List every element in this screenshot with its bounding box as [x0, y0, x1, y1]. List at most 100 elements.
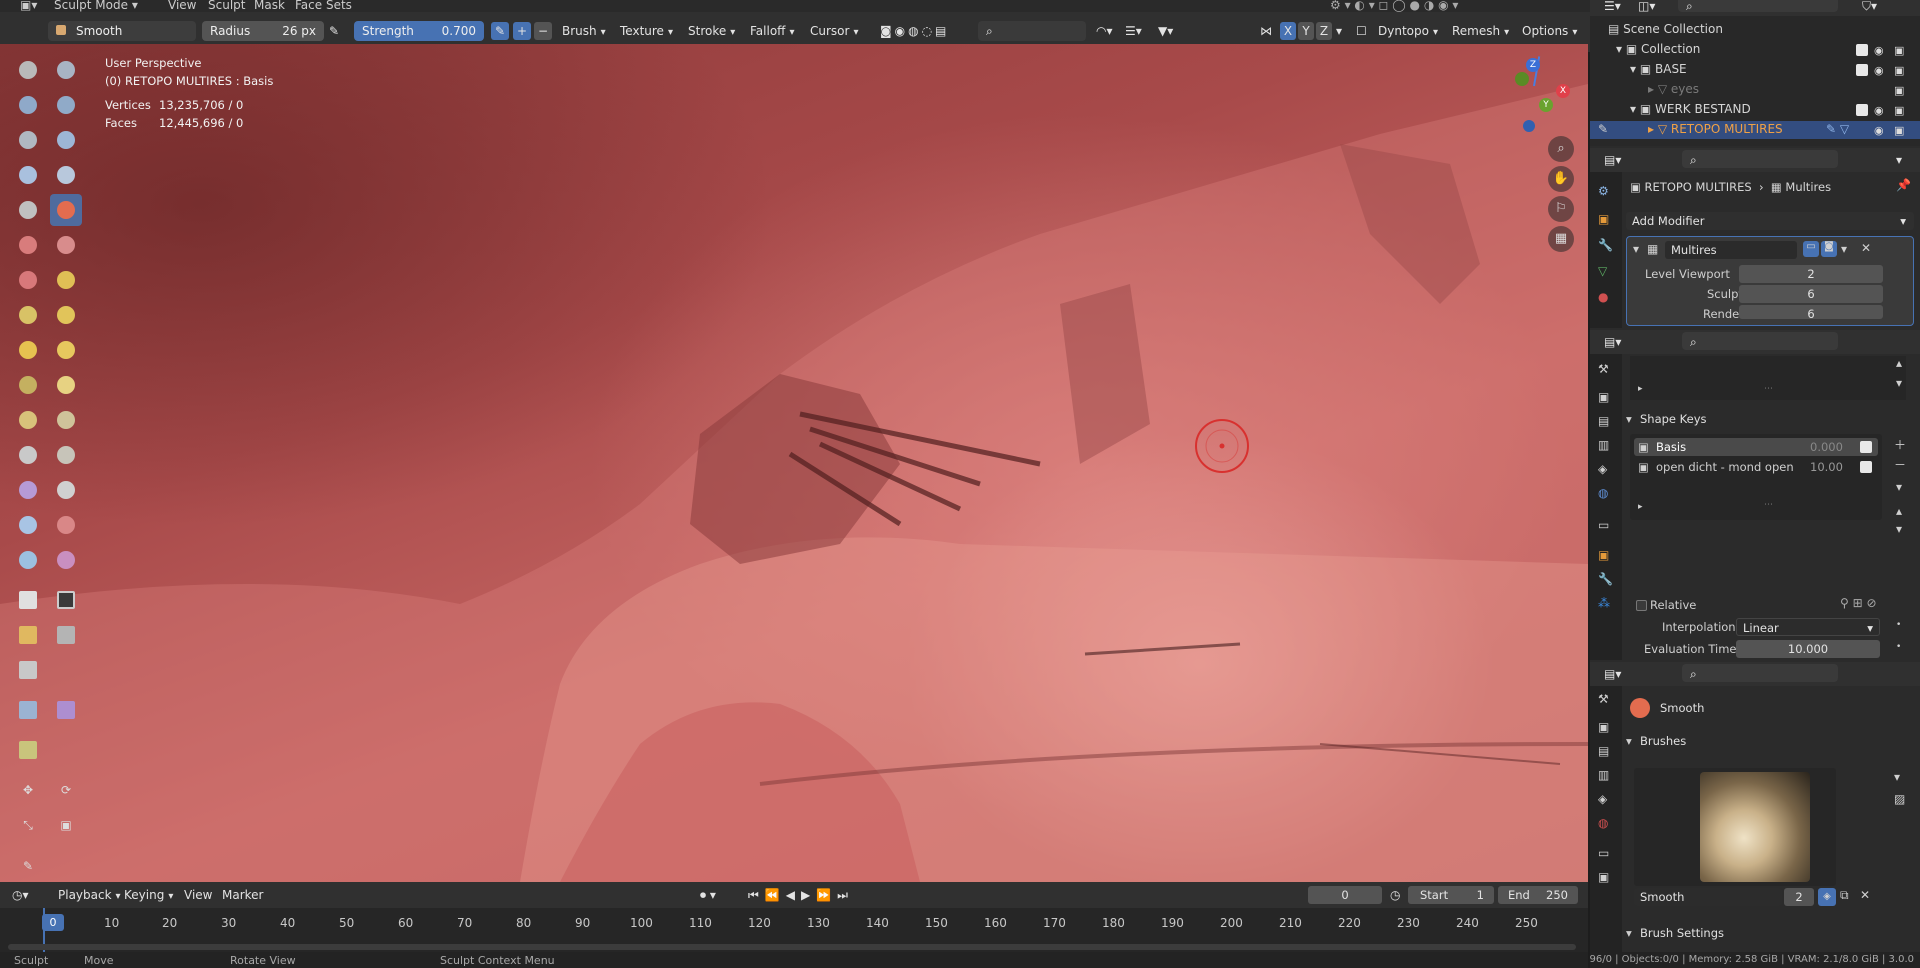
collection-checkbox[interactable] [1856, 44, 1868, 56]
timeline-scrollbar[interactable] [8, 944, 1576, 950]
menu-marker[interactable]: Marker [222, 886, 263, 904]
shape-key-menu-icon[interactable]: ▾ [1896, 480, 1902, 494]
modifier-dropdown-icon[interactable]: ▾ [1841, 242, 1847, 256]
gizmo-z[interactable]: Z [1526, 58, 1540, 72]
menu-face-sets[interactable]: Face Sets [295, 0, 352, 12]
clay-thumb-tool-icon[interactable] [12, 124, 44, 156]
camera-icon[interactable]: ⚐ [1548, 196, 1574, 222]
brush-thumbnail[interactable] [1700, 772, 1810, 882]
tool-tab-icon[interactable]: ⚒ [1598, 692, 1614, 708]
menu-brush[interactable]: Brush [562, 22, 606, 40]
box-hide-tool-icon[interactable] [50, 584, 82, 616]
symmetry-icon[interactable]: ⋈ [1260, 22, 1272, 40]
flatten-tool-icon[interactable] [12, 229, 44, 261]
camera-render-icon[interactable]: ▣ [1894, 84, 1907, 97]
pinch-tool-icon[interactable] [12, 299, 44, 331]
pressure-icon[interactable]: ✎ [329, 22, 339, 40]
eye-icon[interactable]: ◉ [1874, 44, 1887, 57]
scroll-up-icon[interactable]: ▴ [1896, 356, 1902, 370]
outliner-search[interactable]: ⌕ [1678, 0, 1838, 13]
cloth-tool-icon[interactable] [12, 474, 44, 506]
timeline-ruler[interactable]: 0 10 20 30 40 50 60 70 80 90 100 110 120… [0, 908, 1588, 952]
expand-icon[interactable]: ▸ [1638, 384, 1643, 394]
camera-render-icon[interactable]: ▣ [1894, 104, 1907, 117]
properties-search[interactable]: ⌕ [1682, 150, 1838, 168]
scene-tab-icon[interactable]: ◈ [1598, 792, 1614, 808]
menu-playback[interactable]: Playback [58, 886, 121, 904]
scene-collection-row[interactable]: ▤ Scene Collection [1608, 22, 1723, 36]
brush-preview-area[interactable] [1634, 768, 1836, 886]
brush-properties[interactable]: ▤▾ ⌕ ⚒ ▣ ▤ ▥ ◈ ◍ ▭ ▣ Smooth ▾ Brushes ▾ … [1590, 662, 1920, 968]
options-menu[interactable]: Options [1522, 22, 1577, 40]
output-tab-icon[interactable]: ▤ [1598, 744, 1614, 760]
boundary-tool-icon[interactable] [50, 439, 82, 471]
render-level-field[interactable]: 6 [1739, 305, 1883, 319]
move-up-icon[interactable]: ▴ [1896, 504, 1902, 518]
subtract-direction-icon[interactable]: − [534, 22, 552, 40]
fill-tool-icon[interactable] [50, 229, 82, 261]
symmetry-options-icon[interactable]: ▾ [1336, 22, 1342, 40]
remesh-menu[interactable]: Remesh [1452, 22, 1509, 40]
scene-tab-icon[interactable]: ◈ [1598, 462, 1614, 478]
multires-displacement-smear-icon[interactable] [50, 544, 82, 576]
material-tab-icon[interactable]: ● [1598, 290, 1614, 306]
shape-key-tool-icons[interactable]: ⚲ ⊞ ⊘ [1840, 596, 1877, 610]
grab-tool-icon[interactable] [50, 299, 82, 331]
brush-image-icon[interactable]: ▨ [1894, 792, 1905, 806]
modifier-tab-icon[interactable]: 🔧 [1598, 572, 1614, 588]
pose-tool-icon[interactable] [50, 369, 82, 401]
relative-checkbox[interactable] [1636, 600, 1647, 611]
modifier-name-field[interactable]: Multires [1665, 241, 1797, 259]
werk-checkbox[interactable] [1856, 104, 1868, 116]
outliner-item-base[interactable]: ▾ ▣ BASE [1630, 62, 1687, 76]
output-tab-icon[interactable]: ▤ [1598, 414, 1614, 430]
keyframe-dot-icon[interactable]: • [1896, 620, 1901, 630]
properties-editor-icon[interactable]: ▤▾ [1604, 333, 1621, 351]
resize-handle-icon[interactable]: ⋯ [1764, 500, 1773, 510]
sculpt-level-field[interactable]: 6 [1739, 285, 1883, 303]
render-toggle-icon[interactable]: ◙ [1821, 241, 1837, 257]
resize-handle-icon[interactable]: ⋯ [1764, 384, 1773, 394]
radius-field[interactable]: Radius 26 px [202, 21, 324, 41]
add-modifier-button[interactable]: Add Modifier ▾ [1626, 212, 1914, 230]
brush-users-field[interactable]: 2 [1784, 888, 1814, 906]
eye-icon[interactable]: ◉ [1874, 64, 1887, 77]
render-tab-icon[interactable]: ▣ [1598, 720, 1614, 736]
fake-user-icon[interactable]: ◈ [1818, 888, 1836, 906]
gizmo-y[interactable]: Y [1539, 98, 1553, 112]
base-checkbox[interactable] [1856, 64, 1868, 76]
menu-stroke[interactable]: Stroke [688, 22, 735, 40]
properties-search-2[interactable]: ⌕ [1682, 332, 1838, 350]
modifier-tab-icon[interactable]: 🔧 [1598, 238, 1614, 254]
mask-tool-icon[interactable] [12, 509, 44, 541]
collapse-chevron-icon[interactable]: ▾ [1633, 242, 1639, 256]
layer-tool-icon[interactable] [50, 124, 82, 156]
elastic-deform-tool-icon[interactable] [12, 334, 44, 366]
view-layer-tab-icon[interactable]: ▥ [1598, 768, 1614, 784]
axis-z-toggle[interactable]: Z [1316, 22, 1332, 40]
rotate-transform-icon[interactable]: ⟳ [50, 774, 82, 806]
add-shape-key-icon[interactable]: ＋ [1894, 436, 1906, 453]
simplify-tool-icon[interactable] [50, 474, 82, 506]
outliner-item-retopo-multires[interactable]: ✎ ▸ ▽ RETOPO MULTIRES ✎ ▽ [1590, 121, 1920, 139]
shape-keys-list[interactable]: ▣ Basis 0.000 ▣ open dicht - mond open 1… [1630, 434, 1882, 520]
axis-y-toggle[interactable]: Y [1298, 22, 1314, 40]
close-icon[interactable]: ✕ [1860, 888, 1870, 902]
move-down-icon[interactable]: ▾ [1896, 522, 1902, 536]
render-tab-icon[interactable]: ▣ [1598, 390, 1614, 406]
axis-x-toggle[interactable]: X [1280, 22, 1296, 40]
outliner-editor-icon[interactable]: ☰▾ [1604, 0, 1621, 15]
outliner-item-werk-bestand[interactable]: ▾ ▣ WERK BESTAND [1630, 102, 1751, 116]
shape-keys-properties[interactable]: ▤▾ ⌕ ⚒ ▣ ▤ ▥ ◈ ◍ ▭ ▣ 🔧 ⁂ ▸ ⋯ ▴ ▾ ▾ Shape… [1590, 330, 1920, 660]
brushes-panel-header[interactable]: ▾ Brushes [1626, 732, 1916, 752]
clock-icon[interactable]: ◷ [1390, 886, 1400, 904]
data-tab-icon[interactable]: ▽ [1598, 264, 1614, 280]
eye-icon[interactable]: ◉ [1874, 104, 1887, 117]
clay-strips-tool-icon[interactable] [50, 89, 82, 121]
box-face-set-tool-icon[interactable] [12, 619, 44, 651]
box-mask-tool-icon[interactable] [12, 584, 44, 616]
brush-settings-header[interactable]: ▾ Brush Settings [1626, 924, 1916, 944]
pressure-strength-icon[interactable]: ✎ [491, 22, 509, 40]
shape-key-value[interactable]: 10.00 [1810, 460, 1843, 474]
shape-key-row-mond-open[interactable]: ▣ open dicht - mond open 10.00 [1634, 458, 1878, 476]
